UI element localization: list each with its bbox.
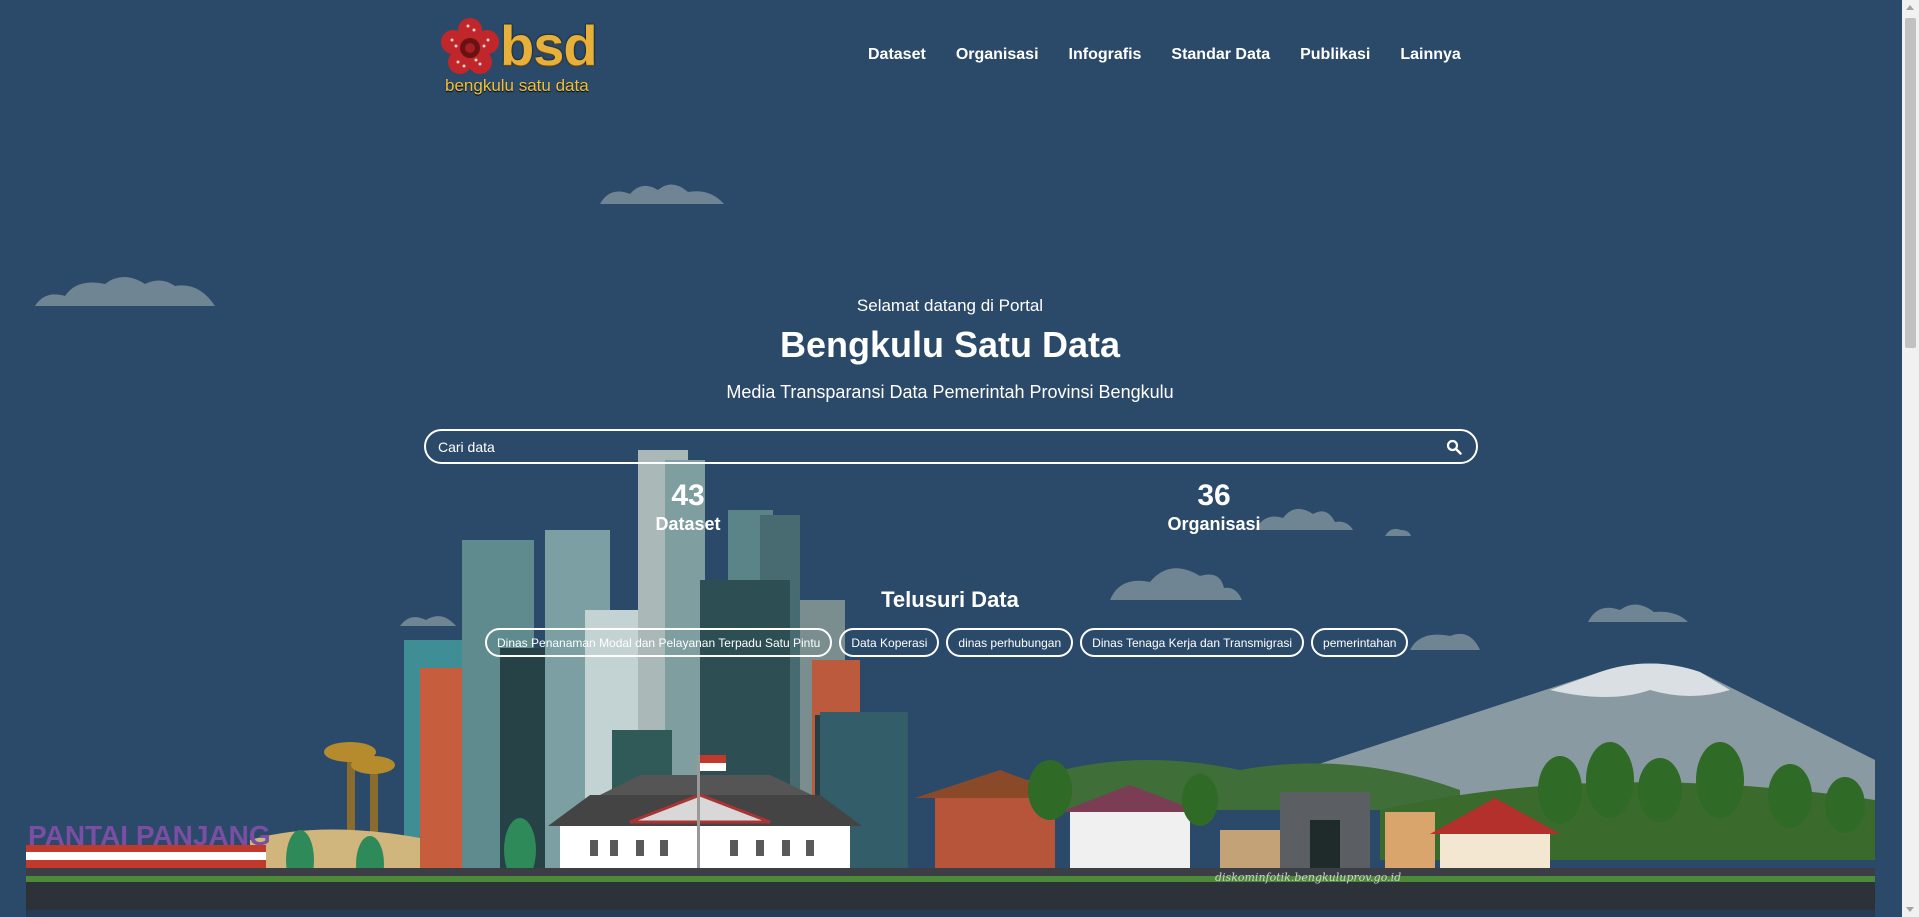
stat-organisasi[interactable]: 36 Organisasi (1114, 478, 1314, 534)
rafflesia-flower-icon (441, 18, 499, 74)
scroll-up-arrow-icon[interactable] (1906, 5, 1914, 10)
nav-standar-data[interactable]: Standar Data (1171, 46, 1270, 64)
logo-text: bsd (500, 14, 598, 77)
nav-infografis[interactable]: Infografis (1069, 46, 1142, 64)
nav-dataset[interactable]: Dataset (868, 46, 926, 64)
nav-lainnya[interactable]: Lainnya (1400, 46, 1460, 64)
page-scrollbar[interactable] (1902, 0, 1919, 917)
stat-organisasi-label: Organisasi (1167, 514, 1261, 534)
illustration-credit: diskominfotik.bengkuluprov.go.id (1215, 871, 1401, 884)
scroll-down-arrow-icon[interactable] (1906, 907, 1914, 912)
page-title: Bengkulu Satu Data (779, 324, 1121, 365)
search-icon[interactable] (1446, 439, 1462, 455)
page-subtitle: Media Transparansi Data Pemerintah Provi… (726, 382, 1174, 402)
tag-chip[interactable]: pemerintahan (1311, 628, 1409, 657)
main-nav: Dataset Organisasi Infografis Standar Da… (868, 46, 1491, 64)
tag-chip[interactable]: Dinas Tenaga Kerja dan Transmigrasi (1080, 628, 1305, 657)
stat-dataset-label: Dataset (655, 514, 721, 534)
tag-chip[interactable]: Data Koperasi (839, 628, 940, 657)
scrollbar-thumb[interactable] (1905, 18, 1916, 348)
bsd-logo[interactable]: bsd bengkulu satu data (440, 18, 600, 96)
stat-dataset-value: 43 (671, 479, 705, 512)
tag-chip[interactable]: Dinas Penanaman Modal dan Pelayanan Terp… (485, 628, 833, 657)
tag-chip[interactable]: dinas perhubungan (946, 628, 1074, 657)
stat-dataset[interactable]: 43 Dataset (588, 478, 788, 534)
welcome-text: Selamat datang di Portal (856, 296, 1044, 315)
beach-sign: PANTAI PANJANG (28, 820, 271, 851)
stat-organisasi-value: 36 (1197, 479, 1231, 512)
logo-subtitle: bengkulu satu data (445, 76, 589, 95)
clouds (35, 184, 1688, 650)
nav-organisasi[interactable]: Organisasi (956, 46, 1039, 64)
search-bar (424, 429, 1478, 464)
explore-title: Telusuri Data (881, 587, 1019, 612)
search-input[interactable] (436, 436, 1430, 458)
tag-list: Dinas Penanaman Modal dan Pelayanan Terp… (485, 628, 1409, 657)
nav-publikasi[interactable]: Publikasi (1300, 46, 1370, 64)
